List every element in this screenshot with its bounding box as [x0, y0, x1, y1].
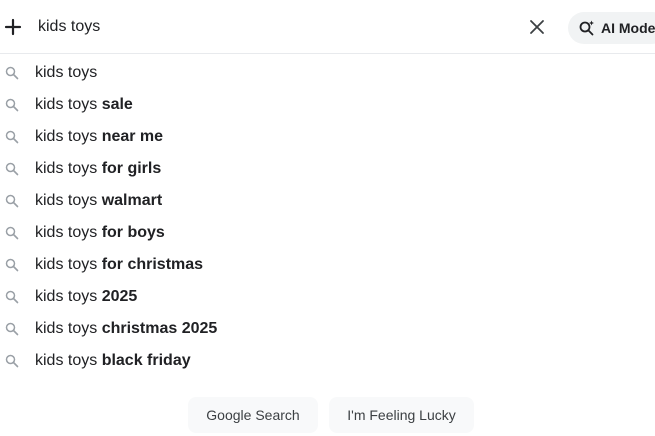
- search-icon: [5, 194, 19, 208]
- suggestion-item[interactable]: kids toys for boys: [0, 217, 655, 249]
- plus-icon: [4, 18, 22, 36]
- search-icon: [5, 66, 19, 80]
- search-icon: [5, 354, 19, 368]
- suggestion-completion: for girls: [101, 160, 162, 177]
- suggestion-prefix: kids toys: [35, 352, 102, 369]
- suggestion-item[interactable]: kids toys near me: [0, 121, 655, 153]
- clear-search-button[interactable]: [526, 16, 548, 38]
- ai-search-sparkle-icon: [579, 20, 594, 36]
- suggestion-item[interactable]: kids toys christmas 2025: [0, 313, 655, 345]
- search-icon: [5, 162, 19, 176]
- search-icon: [5, 130, 19, 144]
- search-bar: AI Mode: [0, 0, 655, 54]
- suggestion-item[interactable]: kids toys for girls: [0, 153, 655, 185]
- ai-mode-label: AI Mode: [601, 20, 655, 36]
- suggestion-list: kids toys kids toys sale kids toys near …: [0, 57, 655, 377]
- search-icon: [5, 258, 19, 272]
- suggestion-completion: for boys: [101, 224, 165, 241]
- suggestion-prefix: kids toys: [35, 320, 102, 337]
- suggestion-text: kids toys for girls: [35, 160, 161, 178]
- google-search-button[interactable]: Google Search: [188, 397, 318, 433]
- ai-mode-button[interactable]: AI Mode: [568, 12, 655, 44]
- suggestion-item[interactable]: kids toys for christmas: [0, 249, 655, 281]
- suggestion-text: kids toys 2025: [35, 288, 137, 306]
- suggestion-text: kids toys christmas 2025: [35, 320, 217, 338]
- search-autocomplete-panel: AI Mode kids toys kids toys sale kids to…: [0, 0, 655, 436]
- suggestion-item[interactable]: kids toys walmart: [0, 185, 655, 217]
- add-button[interactable]: [2, 16, 24, 38]
- close-icon: [530, 20, 544, 34]
- suggestion-prefix: kids toys: [35, 288, 102, 305]
- suggestion-text: kids toys for boys: [35, 224, 165, 242]
- suggestion-completion: christmas 2025: [101, 320, 218, 337]
- search-input[interactable]: [38, 14, 508, 40]
- search-icon: [5, 226, 19, 240]
- suggestion-text: kids toys for christmas: [35, 256, 203, 274]
- suggestion-prefix: kids toys: [35, 256, 102, 273]
- suggestion-completion: sale: [101, 96, 133, 113]
- suggestion-completion: near me: [101, 128, 164, 145]
- suggestion-text: kids toys black friday: [35, 352, 191, 370]
- suggestion-completion: black friday: [101, 352, 191, 369]
- suggestion-prefix: kids toys: [35, 96, 102, 113]
- search-icon: [5, 98, 19, 112]
- search-buttons: Google Search I'm Feeling Lucky: [0, 397, 655, 433]
- suggestion-item[interactable]: kids toys 2025: [0, 281, 655, 313]
- suggestion-text: kids toys: [35, 64, 97, 82]
- suggestion-item[interactable]: kids toys black friday: [0, 345, 655, 377]
- suggestion-prefix: kids toys: [35, 224, 102, 241]
- feeling-lucky-button[interactable]: I'm Feeling Lucky: [329, 397, 474, 433]
- suggestion-text: kids toys walmart: [35, 192, 162, 210]
- suggestion-completion: for christmas: [101, 256, 204, 273]
- suggestion-prefix: kids toys: [35, 64, 98, 81]
- suggestion-prefix: kids toys: [35, 192, 102, 209]
- suggestion-text: kids toys sale: [35, 96, 133, 114]
- suggestion-item[interactable]: kids toys sale: [0, 89, 655, 121]
- suggestion-completion: 2025: [101, 288, 138, 305]
- suggestion-text: kids toys near me: [35, 128, 163, 146]
- suggestion-completion: walmart: [101, 192, 163, 209]
- suggestion-item[interactable]: kids toys: [0, 57, 655, 89]
- suggestion-prefix: kids toys: [35, 128, 102, 145]
- suggestion-prefix: kids toys: [35, 160, 102, 177]
- search-icon: [5, 322, 19, 336]
- search-icon: [5, 290, 19, 304]
